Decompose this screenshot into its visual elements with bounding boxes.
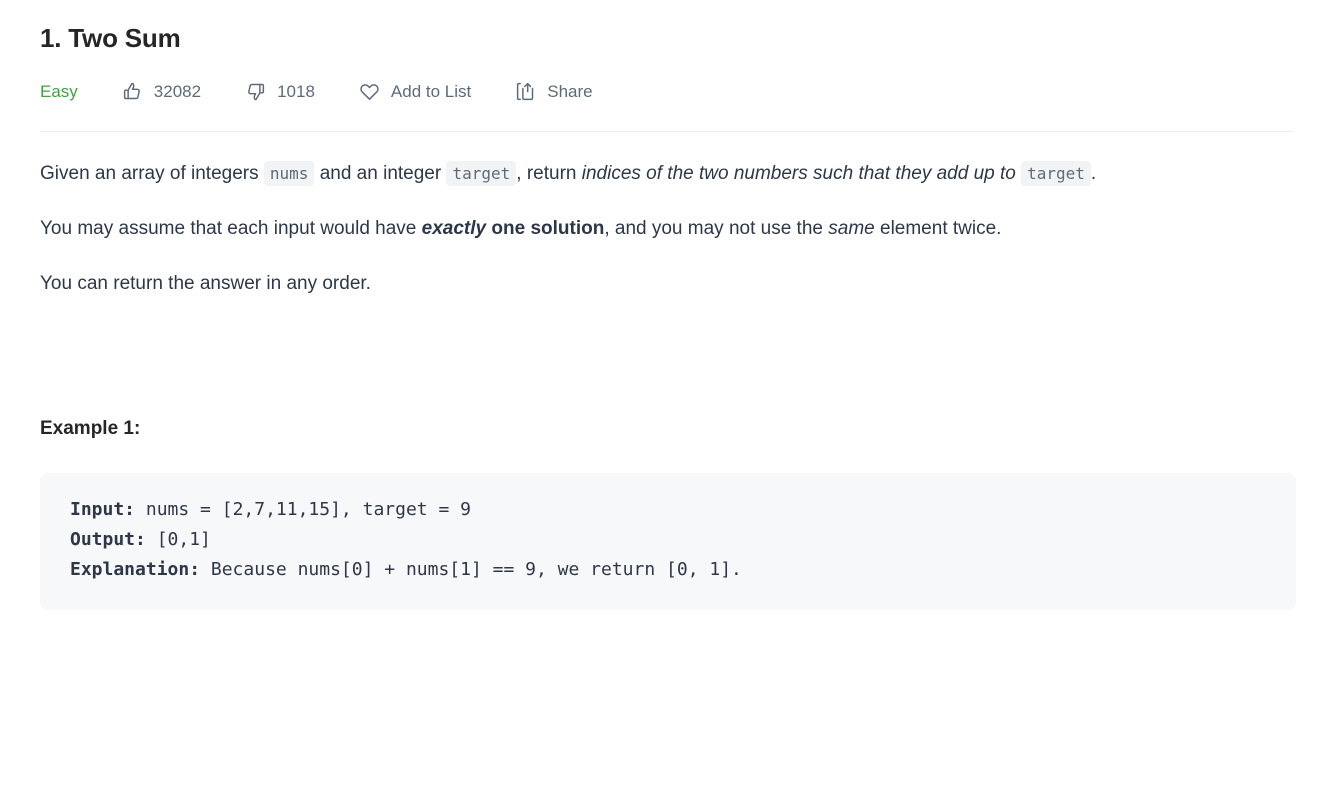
desc-p1-text2: and an integer: [314, 162, 447, 184]
desc-p2-text1: You may assume that each input would hav…: [40, 217, 422, 239]
desc-p1-italic: indices of the two numbers such that the…: [581, 162, 1022, 184]
inline-code-target-1: target: [446, 160, 517, 186]
header-divider: [40, 130, 1292, 132]
desc-p2-text3: element twice.: [874, 217, 1002, 239]
share-button[interactable]: Share: [515, 81, 593, 102]
desc-p1-text4: .: [1090, 162, 1097, 184]
problem-description-panel: 1. Two Sum Easy 32082 1018 Add to List S…: [0, 0, 1332, 610]
desc-p2-text2: , and you may not use the: [604, 217, 829, 239]
dislike-count: 1018: [277, 82, 315, 102]
add-to-list-button[interactable]: Add to List: [359, 81, 471, 102]
difficulty-badge[interactable]: Easy: [40, 83, 78, 100]
example-input-label: Input:: [70, 498, 136, 520]
page-title: 1. Two Sum: [40, 23, 181, 53]
description-paragraph-2: You may assume that each input would hav…: [40, 214, 1292, 244]
like-count: 32082: [153, 82, 202, 102]
description-paragraph-1: Given an array of integers nums and an i…: [40, 159, 1292, 189]
desc-p1-text3: , return: [516, 162, 582, 184]
desc-p2-bold: one solution: [486, 217, 605, 239]
problem-meta-bar: Easy 32082 1018 Add to List Share: [40, 78, 1292, 106]
example-explanation-label: Explanation:: [70, 559, 201, 581]
dislike-button[interactable]: 1018: [245, 81, 315, 102]
desc-p1-text1: Given an array of integers: [40, 162, 264, 184]
add-to-list-label: Add to List: [390, 82, 472, 102]
thumbs-down-icon: [245, 81, 266, 102]
inline-code-nums: nums: [263, 160, 315, 186]
inline-code-target-2: target: [1021, 160, 1091, 186]
example-input-value: nums = [2,7,11,15], target = 9: [135, 498, 471, 520]
example-explanation-value: Because nums[0] + nums[1] == 9, we retur…: [200, 559, 742, 581]
problem-statement: Given an array of integers nums and an i…: [40, 159, 1296, 610]
example-output-label: Output:: [70, 529, 146, 551]
example-heading: Example 1:: [40, 417, 141, 439]
desc-p2-bold-italic: exactly: [421, 217, 487, 239]
desc-p2-italic: same: [828, 217, 875, 239]
example-code-block: Input: nums = [2,7,11,15], target = 9 Ou…: [40, 472, 1296, 610]
example-output-value: [0,1]: [145, 529, 211, 551]
heart-icon: [359, 81, 380, 102]
thumbs-up-icon: [122, 81, 143, 102]
like-button[interactable]: 32082: [122, 81, 201, 102]
description-paragraph-3: You can return the answer in any order.: [40, 272, 371, 294]
share-icon: [515, 81, 536, 102]
share-label: Share: [547, 82, 593, 102]
